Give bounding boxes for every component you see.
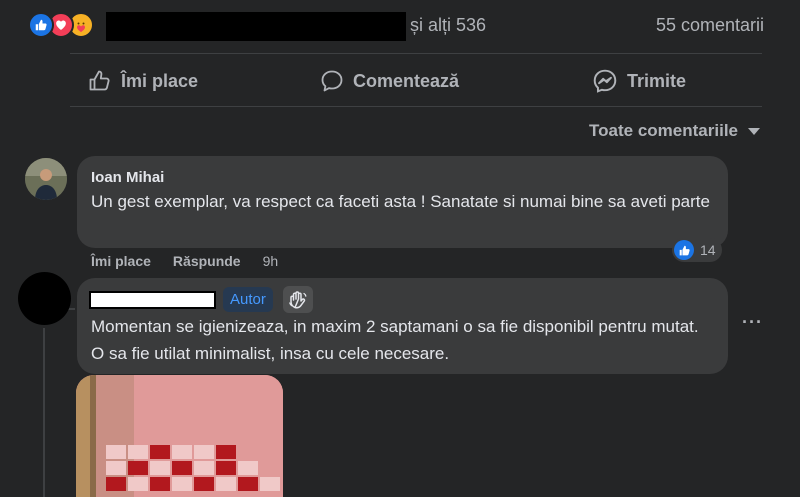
comment-meta: Îmi place Răspunde 9h (91, 253, 278, 269)
more-options-icon[interactable]: ··· (742, 312, 763, 333)
share-button-label: Trimite (627, 70, 687, 91)
avatar[interactable] (25, 158, 67, 200)
comment-photo[interactable] (76, 375, 283, 497)
comments-count[interactable]: 55 comentarii (656, 15, 764, 36)
like-button-label: Îmi place (121, 70, 199, 91)
like-reaction-icon (28, 12, 54, 38)
comment-like-link[interactable]: Îmi place (91, 253, 151, 269)
author-badge: Autor (223, 287, 273, 312)
others-reacted-text[interactable]: și alți 536 (410, 15, 486, 36)
speech-bubble-icon (321, 70, 343, 92)
comment-timestamp[interactable]: 9h (263, 253, 279, 269)
redacted-author-name[interactable] (89, 291, 216, 309)
share-button[interactable]: Trimite (592, 62, 686, 100)
avatar-redacted[interactable] (18, 272, 71, 325)
caret-down-icon (748, 127, 760, 135)
divider (70, 106, 762, 107)
reaction-count-value: 14 (700, 242, 716, 258)
wave-hand-icon (283, 286, 313, 313)
comment-reply-link[interactable]: Răspunde (173, 253, 241, 269)
redacted-reactor-names (106, 12, 406, 41)
messenger-icon (593, 69, 617, 93)
thread-line (43, 328, 45, 497)
sort-label: Toate comentariile (589, 121, 738, 140)
comment-text: Momentan se igienizeaza, in maxim 2 sapt… (91, 317, 699, 363)
comment-button[interactable]: Comentează (320, 62, 459, 100)
like-button[interactable]: Îmi place (88, 62, 198, 100)
comment-button-label: Comentează (353, 70, 460, 91)
thumbs-up-icon (89, 70, 110, 91)
comment-author[interactable]: Ioan Mihai (91, 169, 164, 186)
comment-reaction-count[interactable]: 14 (672, 238, 722, 262)
comment-sort-dropdown[interactable]: Toate comentariile (589, 121, 760, 141)
comment-text: Un gest exemplar, va respect ca faceti a… (91, 192, 710, 211)
divider (70, 53, 762, 54)
reaction-summary[interactable] (28, 12, 94, 38)
like-reaction-icon (674, 240, 694, 260)
